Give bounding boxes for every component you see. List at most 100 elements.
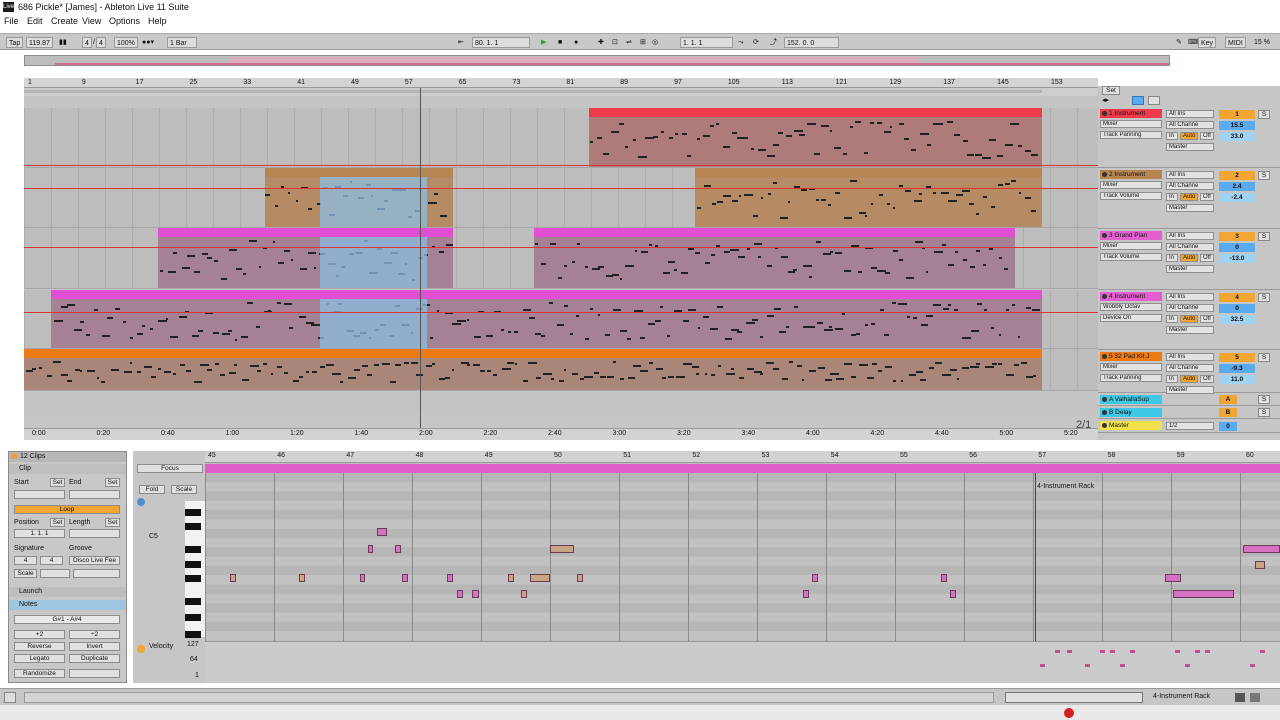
session-record-icon[interactable]: ◎ [650, 37, 660, 48]
clip-header[interactable] [265, 168, 453, 177]
midi-note[interactable] [402, 574, 408, 582]
clip-section-header[interactable]: Clip [9, 464, 126, 474]
punch-out-icon[interactable]: ⤴ [768, 37, 779, 48]
menu-options[interactable]: Options [109, 16, 140, 26]
loop-start-field[interactable]: 1. 1. 1 [680, 37, 733, 48]
mixer-value[interactable]: 15.5 [1219, 121, 1255, 130]
note-row[interactable] [205, 603, 1280, 613]
position-field[interactable]: 1. 1. 1 [14, 529, 65, 538]
midi-note[interactable] [1243, 545, 1280, 553]
quantize-select[interactable]: 1 Bar [167, 37, 197, 48]
velocity-marker[interactable] [1260, 650, 1265, 653]
clip-header[interactable] [158, 228, 453, 237]
reverse-button[interactable]: Reverse [14, 642, 65, 651]
quantize-icon[interactable]: ●●▾ [140, 37, 156, 48]
solo-button[interactable]: S [1258, 293, 1270, 302]
midi-note[interactable] [550, 545, 574, 553]
velocity-marker[interactable] [1130, 650, 1135, 653]
midi-note[interactable] [230, 574, 236, 582]
monitor-in-button[interactable]: In [1166, 254, 1178, 262]
track-number[interactable]: 4 [1219, 293, 1255, 302]
monitor-off-button[interactable]: Off [1200, 193, 1214, 201]
piano-black-key[interactable] [185, 546, 201, 553]
piano-black-key[interactable] [185, 598, 201, 605]
note-row[interactable] [205, 500, 1280, 510]
midi-note[interactable] [299, 574, 305, 582]
velocity-marker[interactable] [1205, 650, 1210, 653]
solo-button[interactable]: S [1258, 110, 1270, 119]
track-name[interactable]: 1 Instrument [1100, 109, 1162, 118]
selected-region[interactable] [320, 237, 427, 288]
note-row[interactable] [205, 566, 1280, 575]
randomize-button[interactable]: Randomize [14, 669, 65, 678]
input-type-select[interactable]: All Ins [1166, 110, 1214, 118]
master-track-header[interactable]: Master 1/2 0 [1098, 420, 1280, 433]
note-grid[interactable] [205, 473, 1280, 641]
play-icon[interactable]: ▶ [539, 37, 548, 48]
menu-create[interactable]: Create [51, 16, 78, 26]
arrangement-track-lane[interactable] [24, 108, 1098, 168]
clip-header[interactable] [51, 290, 1042, 299]
input-channel-select[interactable]: All Channe [1166, 304, 1214, 312]
end-field[interactable] [69, 490, 120, 499]
length-set-button[interactable]: Set [105, 518, 120, 527]
arrangement-track-lane[interactable] [24, 290, 1098, 349]
scroll-indicator[interactable] [1005, 692, 1143, 703]
time-ruler[interactable]: 0:00 0:20 0:40 1:00 1:20 1:40 2:00 2:20 2:40 3:00… [24, 428, 1098, 440]
track-name[interactable]: 5 32 Pad Kit J [1100, 352, 1162, 361]
automation-line[interactable] [24, 165, 1098, 166]
track-header[interactable]: 4 Instrument Wobbly Octav Device On All Ins… [1098, 291, 1280, 350]
mixer-value-secondary[interactable]: 11.0 [1219, 375, 1255, 384]
velocity-marker[interactable] [1110, 650, 1115, 653]
mixer-value-secondary[interactable]: -13.0 [1219, 254, 1255, 263]
output-select[interactable]: Master [1166, 265, 1214, 273]
clip-body[interactable] [51, 299, 1042, 348]
velocity-marker[interactable] [1185, 664, 1190, 667]
input-channel-select[interactable]: All Channe [1166, 243, 1214, 251]
end-set-button[interactable]: Set [105, 478, 120, 487]
return-lanes[interactable] [24, 413, 1098, 428]
mixer-value-secondary[interactable]: 32.5 [1219, 315, 1255, 324]
metronome-icon[interactable]: ▮▮ [57, 37, 69, 48]
velocity-marker[interactable] [1120, 664, 1125, 667]
loop-brace-row[interactable] [24, 88, 1098, 96]
monitor-auto-button[interactable]: Auto [1180, 132, 1198, 140]
midi-bar-ruler[interactable]: 45 46 47 48 49 50 51 52 53 54 55 56 57 58 59 60 [205, 451, 1280, 463]
input-type-select[interactable]: All Ins [1166, 353, 1214, 361]
track-name[interactable]: 4 Instrument [1100, 292, 1162, 301]
midi-note[interactable] [1255, 561, 1265, 569]
note-row[interactable] [205, 528, 1280, 538]
tempo-field[interactable]: 119.87 [26, 37, 53, 48]
midi-map-button[interactable]: MIDI [1225, 37, 1246, 48]
lane-toggle-icon[interactable] [1148, 96, 1160, 105]
note-row[interactable] [205, 556, 1280, 566]
clip-color-swatch[interactable] [11, 453, 17, 459]
output-select[interactable]: Master [1166, 386, 1214, 394]
notification-badge-icon[interactable] [1064, 708, 1074, 718]
note-row[interactable] [205, 538, 1280, 548]
track-number[interactable]: 1 [1219, 110, 1255, 119]
midi-note[interactable] [577, 574, 583, 582]
midi-note[interactable] [360, 574, 365, 582]
output-select[interactable]: Master [1166, 326, 1214, 334]
track-header[interactable]: 2 Instrument Mixer Track Volume All Ins All … [1098, 169, 1280, 229]
parameter-chooser[interactable]: Track Panning [1100, 131, 1162, 139]
signature-num-field[interactable]: 4 [14, 556, 37, 565]
groove-select[interactable]: Disco Live Fee [69, 556, 120, 565]
automation-line[interactable] [24, 312, 1098, 313]
scale-highlight-button[interactable]: Scale [171, 485, 197, 494]
velocity-lane-toggle-icon[interactable] [137, 645, 145, 653]
midi-note[interactable] [803, 590, 809, 598]
return-solo-button[interactable]: S [1258, 408, 1270, 417]
menu-view[interactable]: View [82, 16, 101, 26]
piano-black-key[interactable] [185, 561, 201, 568]
track-name[interactable]: 3 Grand Pian [1100, 231, 1162, 240]
mixer-value[interactable]: -9.3 [1219, 364, 1255, 373]
signature-den-field[interactable]: 4 [40, 556, 63, 565]
monitor-off-button[interactable]: Off [1200, 132, 1214, 140]
clip-header[interactable] [589, 108, 1042, 117]
note-row[interactable] [205, 547, 1280, 557]
nav-arrows-icon[interactable]: ◂▸ [1102, 96, 1109, 104]
return-track-header[interactable]: B Delay B S [1098, 407, 1280, 419]
stop-icon[interactable]: ■ [556, 37, 564, 48]
